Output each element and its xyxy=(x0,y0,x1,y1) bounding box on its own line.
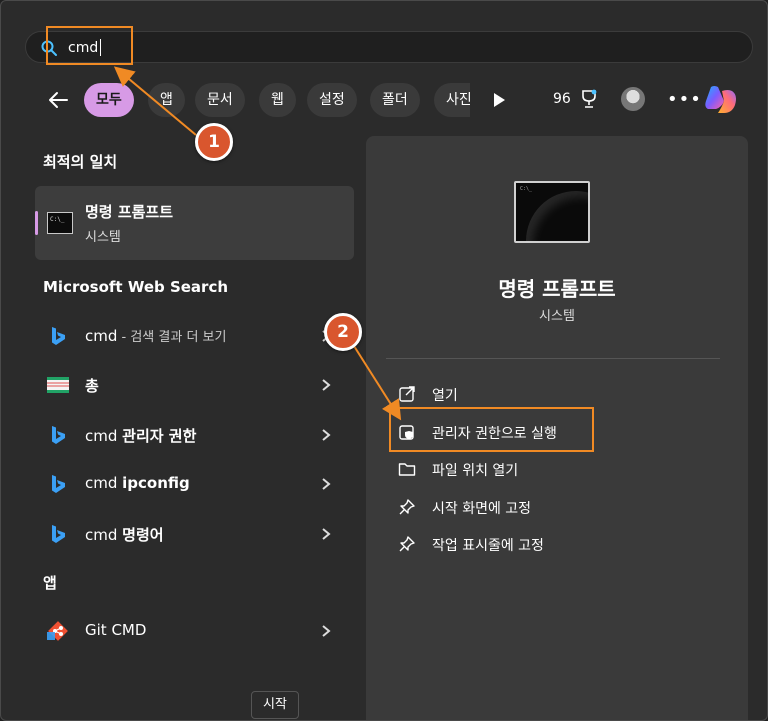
web-result-cmd-admin[interactable]: cmd 관리자 권한 xyxy=(35,413,354,457)
filter-chip-all[interactable]: 모두 xyxy=(84,83,134,117)
pin-icon xyxy=(399,499,415,515)
step-2-badge: 2 xyxy=(324,313,362,351)
action-pin-to-taskbar[interactable]: 작업 표시줄에 고정 xyxy=(396,531,696,557)
web-result-cmd-commands[interactable]: cmd 명령어 xyxy=(35,512,354,556)
chevron-right-icon xyxy=(322,625,331,637)
web-result-chong[interactable]: 총 xyxy=(35,363,354,407)
more-options-icon[interactable]: ••• xyxy=(667,89,702,110)
run-as-admin-highlight-box xyxy=(389,407,594,452)
back-arrow-icon[interactable] xyxy=(45,87,71,113)
rewards-score[interactable]: 96 xyxy=(553,91,571,107)
selection-indicator xyxy=(35,211,38,235)
trophy-icon[interactable] xyxy=(578,88,600,110)
pin-icon xyxy=(399,536,415,552)
filter-chip-apps[interactable]: 앱 xyxy=(148,83,185,117)
bing-icon xyxy=(52,327,65,345)
filter-chip-folders[interactable]: 폴더 xyxy=(370,83,420,117)
best-match-subtitle: 시스템 xyxy=(85,230,121,245)
search-highlight-box xyxy=(46,26,133,65)
filter-chip-documents[interactable]: 문서 xyxy=(195,83,245,117)
web-result-label: cmd ipconfig xyxy=(85,474,190,492)
spreadsheet-thumbnail-icon xyxy=(47,377,69,393)
search-input[interactable] xyxy=(68,36,728,60)
chevron-right-icon xyxy=(322,429,331,441)
folder-icon xyxy=(398,463,416,476)
user-avatar[interactable] xyxy=(621,87,645,111)
best-match-header: 최적의 일치 xyxy=(43,153,118,171)
action-label: 열기 xyxy=(432,388,458,404)
start-tooltip: 시작 xyxy=(251,691,299,719)
bing-icon xyxy=(52,426,65,444)
scroll-right-icon[interactable] xyxy=(491,91,507,109)
icon-text: C:\_ xyxy=(520,186,533,192)
web-result-label: cmd 명령어 xyxy=(85,526,164,544)
web-result-label: 총 xyxy=(85,377,99,395)
open-external-icon xyxy=(399,386,415,402)
app-git-cmd[interactable]: Git CMD xyxy=(35,609,354,653)
bing-icon xyxy=(52,475,65,493)
step-1-badge: 1 xyxy=(195,123,233,161)
best-match-title: 명령 프롬프트 xyxy=(85,203,174,221)
chevron-right-icon xyxy=(322,478,331,490)
best-match-command-prompt[interactable]: C:\_ 명령 프롬프트 시스템 xyxy=(35,186,354,260)
action-open[interactable]: 열기 xyxy=(396,381,696,407)
web-search-header: Microsoft Web Search xyxy=(43,278,229,296)
web-result-label: cmd - 검색 결과 더 보기 xyxy=(85,327,227,345)
web-result-cmd-ipconfig[interactable]: cmd ipconfig xyxy=(35,462,354,506)
filter-chip-web[interactable]: 웹 xyxy=(259,83,296,117)
action-pin-to-start[interactable]: 시작 화면에 고정 xyxy=(396,494,696,520)
filter-chip-photos[interactable]: 사진 xyxy=(434,83,470,117)
chevron-right-icon xyxy=(322,528,331,540)
search-bar[interactable] xyxy=(25,31,753,63)
git-cmd-icon xyxy=(47,621,68,641)
preview-title: 명령 프롬프트 xyxy=(498,277,616,301)
copilot-icon[interactable] xyxy=(702,83,740,117)
action-label: 파일 위치 열기 xyxy=(432,463,519,479)
command-prompt-icon: C:\_ xyxy=(47,212,73,234)
divider xyxy=(386,358,720,359)
web-result-label: cmd 관리자 권한 xyxy=(85,427,197,445)
web-result-cmd[interactable]: cmd - 검색 결과 더 보기 xyxy=(35,314,354,358)
apps-header: 앱 xyxy=(43,574,57,592)
app-label: Git CMD xyxy=(85,621,147,639)
filter-chip-settings[interactable]: 설정 xyxy=(307,83,357,117)
preview-subtitle: 시스템 xyxy=(539,309,575,324)
command-prompt-large-icon: C:\_ xyxy=(514,181,590,243)
bing-icon xyxy=(52,525,65,543)
start-menu-search: 모두 앱 문서 웹 설정 폴더 사진 96 ••• 최적의 일치 C:\_ 명령… xyxy=(0,0,768,721)
icon-shine xyxy=(526,191,588,241)
action-open-file-location[interactable]: 파일 위치 열기 xyxy=(396,456,696,482)
chevron-right-icon xyxy=(322,379,331,391)
action-label: 작업 표시줄에 고정 xyxy=(432,538,544,554)
action-label: 시작 화면에 고정 xyxy=(432,501,532,517)
